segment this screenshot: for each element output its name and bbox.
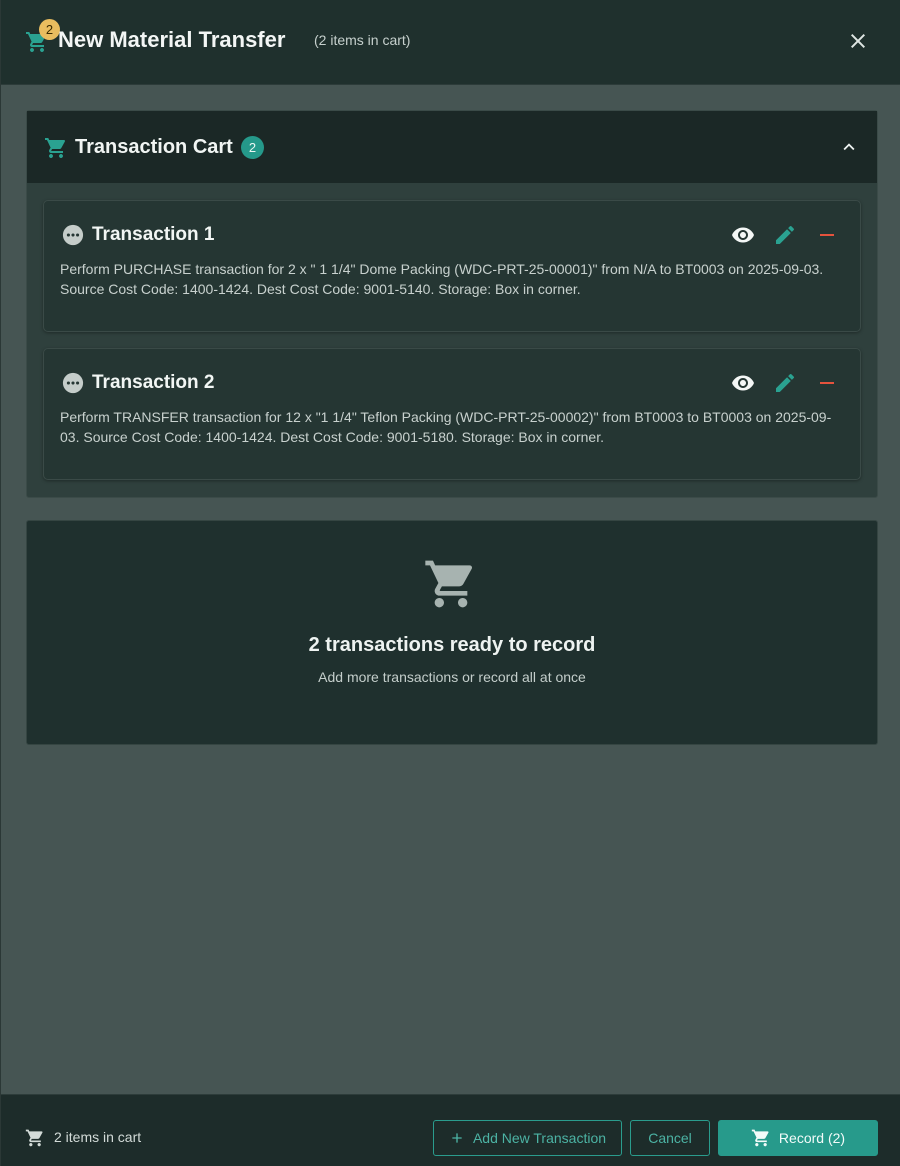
record-label: Record (2) (778, 1130, 846, 1146)
summary-title: 2 transactions ready to record (308, 634, 596, 656)
dialog-subtitle: (2 items in cart) (314, 32, 411, 48)
dialog-title: New Material Transfer (58, 27, 286, 52)
transaction-title: Transaction 1 (92, 224, 215, 245)
transaction-description: Perform TRANSFER transaction for 12 x "1… (60, 409, 832, 445)
transaction-count-badge: 2 (241, 136, 264, 159)
add-new-transaction-label: Add New Transaction (472, 1130, 607, 1146)
cart-icon (25, 1129, 43, 1147)
chevron-up-icon[interactable] (838, 136, 860, 158)
transaction-card: Transaction 2 Perform TRANSFER transacti… (43, 348, 861, 480)
cart-count-text: 2 items in cart (54, 1129, 142, 1145)
cart-icon (751, 1129, 769, 1147)
transaction-title: Transaction 2 (92, 372, 215, 393)
close-icon[interactable] (846, 29, 870, 53)
transaction-description: Perform PURCHASE transaction for 2 x " 1… (60, 261, 824, 297)
transaction-cart-header[interactable]: Transaction Cart 2 (27, 111, 877, 183)
transaction-cart-panel: Transaction Cart 2 Transaction 1 Perform… (26, 110, 878, 498)
ready-summary-panel: 2 transactions ready to record Add more … (26, 520, 878, 745)
minus-icon[interactable] (815, 223, 839, 247)
material-transfer-dialog: 2 New Material Transfer (2 items in cart… (0, 0, 900, 1166)
cancel-button[interactable]: Cancel (630, 1120, 710, 1156)
transaction-card: Transaction 1 Perform PURCHASE transacti… (43, 200, 861, 332)
transaction-cart-title: Transaction Cart (75, 136, 233, 158)
dialog-header: 2 New Material Transfer (2 items in cart… (1, 0, 900, 85)
more-horizontal-icon (62, 224, 84, 246)
summary-subtitle: Add more transactions or record all at o… (318, 669, 586, 685)
cart-icon (45, 138, 66, 158)
eye-icon[interactable] (731, 223, 755, 247)
cart-icon (425, 560, 473, 608)
add-new-transaction-button[interactable]: Add New Transaction (433, 1120, 622, 1156)
record-button[interactable]: Record (2) (718, 1120, 878, 1156)
eye-icon[interactable] (731, 371, 755, 395)
pencil-icon[interactable] (773, 371, 797, 395)
cart-count-badge: 2 (39, 19, 60, 40)
dialog-footer: 2 items in cart Add New Transaction Canc… (1, 1094, 900, 1166)
more-horizontal-icon (62, 372, 84, 394)
pencil-icon[interactable] (773, 223, 797, 247)
cancel-label: Cancel (648, 1130, 692, 1146)
plus-icon (452, 1133, 462, 1143)
minus-icon[interactable] (815, 371, 839, 395)
